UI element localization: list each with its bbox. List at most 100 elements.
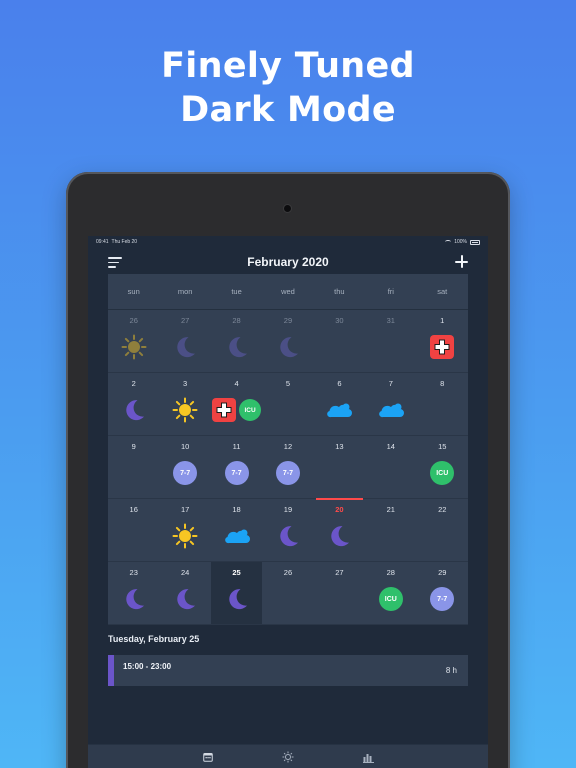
calendar-day-cell[interactable]: 19 — [262, 499, 314, 562]
battery-icon — [470, 239, 480, 245]
calendar-day-cell[interactable]: 17 — [159, 499, 211, 562]
tab-shifts[interactable] — [281, 750, 295, 764]
shift-badge: 7-7 — [430, 587, 455, 611]
calendar-day-cell[interactable]: 29 — [262, 310, 314, 373]
calendar-day-cell[interactable]: 12 7-7 — [262, 436, 314, 499]
calendar-day-cell[interactable]: 31 — [365, 310, 417, 373]
calendar-day-cell[interactable]: 6 — [313, 373, 366, 436]
calendar-day-cell[interactable]: 29 7-7 — [416, 562, 468, 625]
day-number: 5 — [285, 379, 291, 388]
navigation-bar: February 2020 — [88, 250, 488, 274]
day-number: 31 — [386, 316, 395, 325]
shift-event-row[interactable]: 15:00 - 23:00 8 h — [108, 655, 468, 686]
day-shift-icons — [159, 586, 210, 612]
day-number: 18 — [232, 505, 241, 514]
moon-icon — [275, 334, 301, 360]
calendar-day-cell[interactable]: 10 7-7 — [159, 436, 211, 499]
event-duration: 8 h — [445, 666, 457, 675]
calendar-day-cell[interactable]: 27 — [159, 310, 211, 373]
battery-percent: 100% — [454, 239, 467, 245]
status-date: Thu Feb 20 — [111, 239, 138, 245]
calendar-day-cell[interactable]: 30 — [313, 310, 366, 373]
hamburger-menu-icon[interactable] — [108, 257, 122, 268]
selected-day-label: Tuesday, February 25 — [108, 634, 200, 644]
day-number: 9 — [131, 442, 136, 451]
month-title[interactable]: February 2020 — [247, 255, 328, 269]
day-shift-icons — [159, 523, 210, 549]
calendar-day-cell[interactable]: 4 ICU — [210, 373, 263, 436]
day-number: 29 — [438, 568, 447, 577]
calendar-grid: 26 27 28 29 30 31 1 2 3 4 ICU 5 6 7 8 9 10 7-7 11 7-7 12 7-7 1… — [108, 310, 468, 625]
event-time: 15:00 - 23:00 — [123, 662, 172, 671]
day-shift-icons — [159, 397, 210, 423]
day-number: 25 — [232, 568, 241, 577]
marketing-headline: Finely Tuned Dark Mode — [0, 44, 576, 132]
calendar-day-cell[interactable]: 18 — [210, 499, 263, 562]
day-shift-icons — [365, 523, 416, 549]
moon-icon — [224, 586, 250, 612]
calendar-day-cell[interactable]: 27 — [313, 562, 366, 625]
day-number: 21 — [386, 505, 395, 514]
day-number: 28 — [386, 568, 395, 577]
calendar-day-cell[interactable]: 28 — [210, 310, 263, 373]
day-number: 27 — [180, 316, 190, 325]
tab-calendar[interactable] — [201, 750, 215, 764]
moon-icon — [172, 334, 198, 360]
headline-line-2: Dark Mode — [180, 90, 396, 130]
calendar-day-cell[interactable]: 8 — [416, 373, 468, 436]
calendar-day-cell[interactable]: 14 — [365, 436, 417, 499]
shift-badge: ICU — [378, 587, 403, 611]
day-number: 10 — [180, 442, 190, 451]
calendar-day-cell[interactable]: 23 — [108, 562, 160, 625]
stats-icon — [362, 753, 374, 763]
day-number: 14 — [386, 442, 395, 451]
status-time: 09:41 — [96, 239, 109, 245]
shift-badge: 7-7 — [224, 461, 249, 485]
calendar-day-cell[interactable]: 3 — [159, 373, 211, 436]
day-number: 17 — [180, 505, 190, 514]
calendar-day-cell[interactable]: 25 — [210, 562, 263, 625]
calendar-day-cell[interactable]: 9 — [108, 436, 160, 499]
tab-stats[interactable] — [361, 750, 375, 764]
calendar-day-cell[interactable]: 11 7-7 — [210, 436, 263, 499]
calendar-day-cell[interactable]: 13 — [313, 436, 366, 499]
calendar-day-cell[interactable]: 20 — [313, 498, 366, 562]
calendar-day-cell[interactable]: 24 — [159, 562, 211, 625]
calendar-day-cell[interactable]: 22 — [416, 499, 468, 562]
calendar-day-cell[interactable]: 2 — [108, 373, 160, 436]
cloud-icon — [325, 400, 353, 420]
calendar-day-cell[interactable]: 1 — [416, 310, 468, 373]
shift-badge: 7-7 — [275, 461, 300, 485]
day-number: 11 — [232, 442, 241, 451]
calendar-day-cell[interactable]: 26 — [108, 310, 160, 373]
calendar-day-cell[interactable]: 15 ICU — [416, 436, 468, 499]
day-shift-icons — [314, 460, 365, 486]
shift-badge: ICU — [430, 461, 455, 485]
plus-icon[interactable] — [455, 255, 468, 268]
day-shift-icons: 7-7 — [211, 460, 262, 486]
calendar-day-cell[interactable]: 7 — [365, 373, 417, 436]
day-shift-icons — [211, 586, 262, 612]
calendar-icon — [203, 753, 213, 762]
day-number: 4 — [234, 379, 239, 388]
weekday-wed: wed — [281, 287, 295, 296]
calendar-day-cell[interactable]: 21 — [365, 499, 417, 562]
month-calendar: sun mon tue wed thu fri sat 26 27 28 29 30 31 1 2 3 4 IC… — [108, 274, 468, 625]
calendar-day-cell[interactable]: 16 — [108, 499, 160, 562]
sun-icon — [172, 523, 198, 549]
day-number: 19 — [283, 505, 293, 514]
day-shift-icons: ICU — [365, 586, 416, 612]
moon-icon — [121, 586, 147, 612]
sun-settings-icon — [282, 751, 294, 763]
calendar-day-cell[interactable]: 5 — [262, 373, 314, 436]
calendar-day-cell[interactable]: 26 — [262, 562, 314, 625]
weekday-thu: thu — [334, 287, 345, 296]
day-shift-icons — [211, 334, 262, 360]
event-color-bar — [108, 655, 114, 686]
calendar-day-cell[interactable]: 28 ICU — [365, 562, 417, 625]
day-shift-icons — [211, 523, 262, 549]
day-number: 15 — [438, 442, 447, 451]
weekday-mon: mon — [177, 287, 193, 296]
moon-icon — [172, 586, 198, 612]
day-number: 8 — [440, 379, 445, 388]
